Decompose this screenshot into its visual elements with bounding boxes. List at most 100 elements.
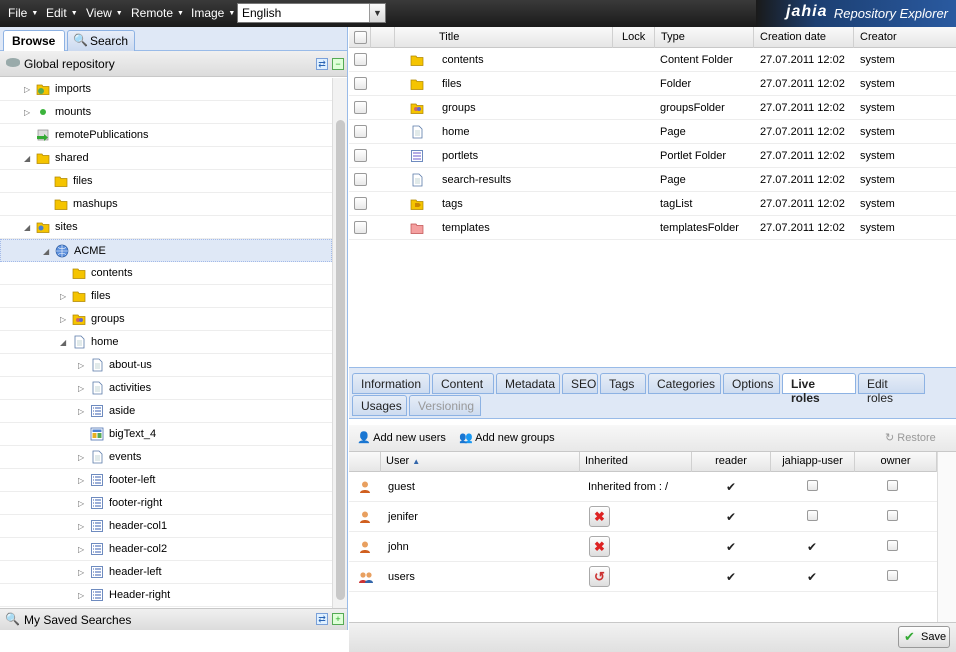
language-select[interactable]: English ▼ bbox=[237, 3, 386, 23]
save-button[interactable]: ✔ Save bbox=[898, 626, 950, 648]
role-row[interactable]: guest Inherited from : / ✔ bbox=[349, 472, 937, 502]
expand-arrow-icon[interactable]: ▷ bbox=[60, 292, 66, 301]
row-checkbox[interactable] bbox=[354, 125, 367, 138]
collapse-arrow-icon[interactable]: ◢ bbox=[24, 223, 30, 232]
saved-searches-header[interactable]: 🔍 My Saved Searches ⇄ + bbox=[0, 608, 347, 630]
chevron-down-icon[interactable]: ▼ bbox=[369, 4, 385, 22]
tab-content[interactable]: Content bbox=[432, 373, 494, 394]
table-row[interactable]: files Folder 27.07.2011 12:02 system bbox=[349, 72, 956, 96]
expand-arrow-icon[interactable]: ▷ bbox=[78, 499, 84, 508]
tree-node-footer-right[interactable]: ▷ footer-right bbox=[0, 492, 332, 515]
column-owner[interactable]: owner bbox=[855, 452, 937, 472]
expand-arrow-icon[interactable]: ▷ bbox=[78, 568, 84, 577]
collapse-icon[interactable]: − bbox=[332, 58, 344, 70]
tab-usages[interactable]: Usages bbox=[352, 395, 407, 416]
reader-checkbox-checked[interactable]: ✔ bbox=[726, 570, 736, 584]
table-row[interactable]: search-results Page 27.07.2011 12:02 system bbox=[349, 168, 956, 192]
add-new-users-button[interactable]: 👤 Add new users bbox=[357, 431, 446, 444]
row-checkbox[interactable] bbox=[354, 53, 367, 66]
table-row[interactable]: home Page 27.07.2011 12:02 system bbox=[349, 120, 956, 144]
owner-checkbox-unchecked[interactable] bbox=[887, 570, 898, 581]
tab-metadata[interactable]: Metadata bbox=[496, 373, 560, 394]
tree-node-events[interactable]: ▷ events bbox=[0, 446, 332, 469]
tree-node-contents[interactable]: contents bbox=[0, 262, 332, 285]
expand-arrow-icon[interactable]: ▷ bbox=[78, 545, 84, 554]
tree-node-acme[interactable]: ◢ ACME bbox=[0, 239, 332, 262]
column-creation-date[interactable]: Creation date bbox=[754, 27, 854, 48]
tab-tags[interactable]: Tags bbox=[600, 373, 646, 394]
refresh-saved-icon[interactable]: ⇄ bbox=[316, 613, 328, 625]
tree-node-files[interactable]: files bbox=[0, 170, 332, 193]
tab-edit-roles[interactable]: Edit roles bbox=[858, 373, 925, 405]
tab-categories[interactable]: Categories bbox=[648, 373, 721, 394]
tree-node-groups[interactable]: ▷ groups bbox=[0, 308, 332, 331]
menu-edit[interactable]: Edit ▼ bbox=[46, 6, 78, 20]
row-checkbox[interactable] bbox=[354, 173, 367, 186]
reader-checkbox-checked[interactable]: ✔ bbox=[726, 510, 736, 524]
row-checkbox[interactable] bbox=[354, 101, 367, 114]
column-inherited[interactable]: Inherited bbox=[580, 452, 692, 472]
tree-node-header-left[interactable]: ▷ header-left bbox=[0, 561, 332, 584]
column-title[interactable]: Title bbox=[395, 27, 613, 48]
owner-checkbox-unchecked[interactable] bbox=[887, 480, 898, 491]
jahiapp-user-checkbox-unchecked[interactable] bbox=[807, 480, 818, 491]
tab-live-roles[interactable]: Live roles bbox=[782, 373, 856, 405]
tab-options[interactable]: Options bbox=[723, 373, 780, 394]
menu-image[interactable]: Image ▼ bbox=[191, 6, 235, 20]
expand-arrow-icon[interactable]: ▷ bbox=[78, 407, 84, 416]
menu-remote[interactable]: Remote ▼ bbox=[131, 6, 184, 20]
expand-arrow-icon[interactable]: ▷ bbox=[24, 108, 30, 117]
table-row[interactable]: templates templatesFolder 27.07.2011 12:02… bbox=[349, 216, 956, 240]
tab-browse[interactable]: Browse bbox=[3, 30, 65, 52]
jahiapp-user-checkbox-unchecked[interactable] bbox=[807, 510, 818, 521]
tree-node-header-col2[interactable]: ▷ header-col2 bbox=[0, 538, 332, 561]
tab-seo[interactable]: SEO bbox=[562, 373, 598, 394]
expand-arrow-icon[interactable]: ▷ bbox=[78, 476, 84, 485]
repository-header[interactable]: Global repository ⇄ − bbox=[0, 51, 347, 77]
tree-node-sites[interactable]: ◢ sites bbox=[0, 216, 332, 239]
roles-scrollbar[interactable] bbox=[937, 452, 956, 622]
add-saved-icon[interactable]: + bbox=[332, 613, 344, 625]
reset-inherit-icon[interactable]: ↺ bbox=[589, 566, 610, 587]
tree-node-about-us[interactable]: ▷ about-us bbox=[0, 354, 332, 377]
role-row[interactable]: users ↺ ✔ ✔ bbox=[349, 562, 937, 592]
collapse-arrow-icon[interactable]: ◢ bbox=[43, 247, 49, 256]
column-lock[interactable]: Lock bbox=[613, 27, 655, 48]
expand-arrow-icon[interactable]: ▷ bbox=[24, 85, 30, 94]
column-user[interactable]: User ▲ bbox=[381, 452, 580, 472]
tree-node-files[interactable]: ▷ files bbox=[0, 285, 332, 308]
table-row[interactable]: groups groupsFolder 27.07.2011 12:02 system bbox=[349, 96, 956, 120]
tree-node-aside[interactable]: ▷ aside bbox=[0, 400, 332, 423]
jahiapp-user-checkbox-checked[interactable]: ✔ bbox=[807, 540, 817, 554]
expand-arrow-icon[interactable]: ▷ bbox=[78, 361, 84, 370]
jahiapp-user-checkbox-checked[interactable]: ✔ bbox=[807, 570, 817, 584]
remove-icon[interactable]: ✖ bbox=[589, 536, 610, 557]
tree-node-footer-left[interactable]: ▷ footer-left bbox=[0, 469, 332, 492]
tree-node-bigtext-4[interactable]: bigText_4 bbox=[0, 423, 332, 446]
menu-file[interactable]: File ▼ bbox=[8, 6, 38, 20]
expand-arrow-icon[interactable]: ▷ bbox=[78, 522, 84, 531]
table-row[interactable]: tags tagList 27.07.2011 12:02 system bbox=[349, 192, 956, 216]
refresh-icon[interactable]: ⇄ bbox=[316, 58, 328, 70]
row-checkbox[interactable] bbox=[354, 149, 367, 162]
table-row[interactable]: contents Content Folder 27.07.2011 12:02 sy… bbox=[349, 48, 956, 72]
tree-node-mounts[interactable]: ▷ mounts bbox=[0, 101, 332, 124]
column-jahiapp-user[interactable]: jahiapp-user bbox=[771, 452, 855, 472]
menu-view[interactable]: View ▼ bbox=[86, 6, 123, 20]
collapse-arrow-icon[interactable]: ◢ bbox=[24, 154, 30, 163]
tree-node-shared[interactable]: ◢ shared bbox=[0, 147, 332, 170]
expand-arrow-icon[interactable]: ▷ bbox=[60, 315, 66, 324]
remove-icon[interactable]: ✖ bbox=[589, 506, 610, 527]
owner-checkbox-unchecked[interactable] bbox=[887, 510, 898, 521]
add-new-groups-button[interactable]: 👥 Add new groups bbox=[459, 431, 555, 444]
table-row[interactable]: portlets Portlet Folder 27.07.2011 12:02 sy… bbox=[349, 144, 956, 168]
tree-scrollbar[interactable] bbox=[332, 78, 347, 608]
reader-checkbox-checked[interactable]: ✔ bbox=[726, 540, 736, 554]
column-type[interactable]: Type bbox=[655, 27, 754, 48]
tree-node-mashups[interactable]: mashups bbox=[0, 193, 332, 216]
expand-arrow-icon[interactable]: ▷ bbox=[78, 591, 84, 600]
restore-button[interactable]: ↻ Restore bbox=[885, 431, 936, 444]
role-row[interactable]: jenifer ✖ ✔ bbox=[349, 502, 937, 532]
collapse-arrow-icon[interactable]: ◢ bbox=[60, 338, 66, 347]
tree-node-imports[interactable]: ▷ imports bbox=[0, 78, 332, 101]
